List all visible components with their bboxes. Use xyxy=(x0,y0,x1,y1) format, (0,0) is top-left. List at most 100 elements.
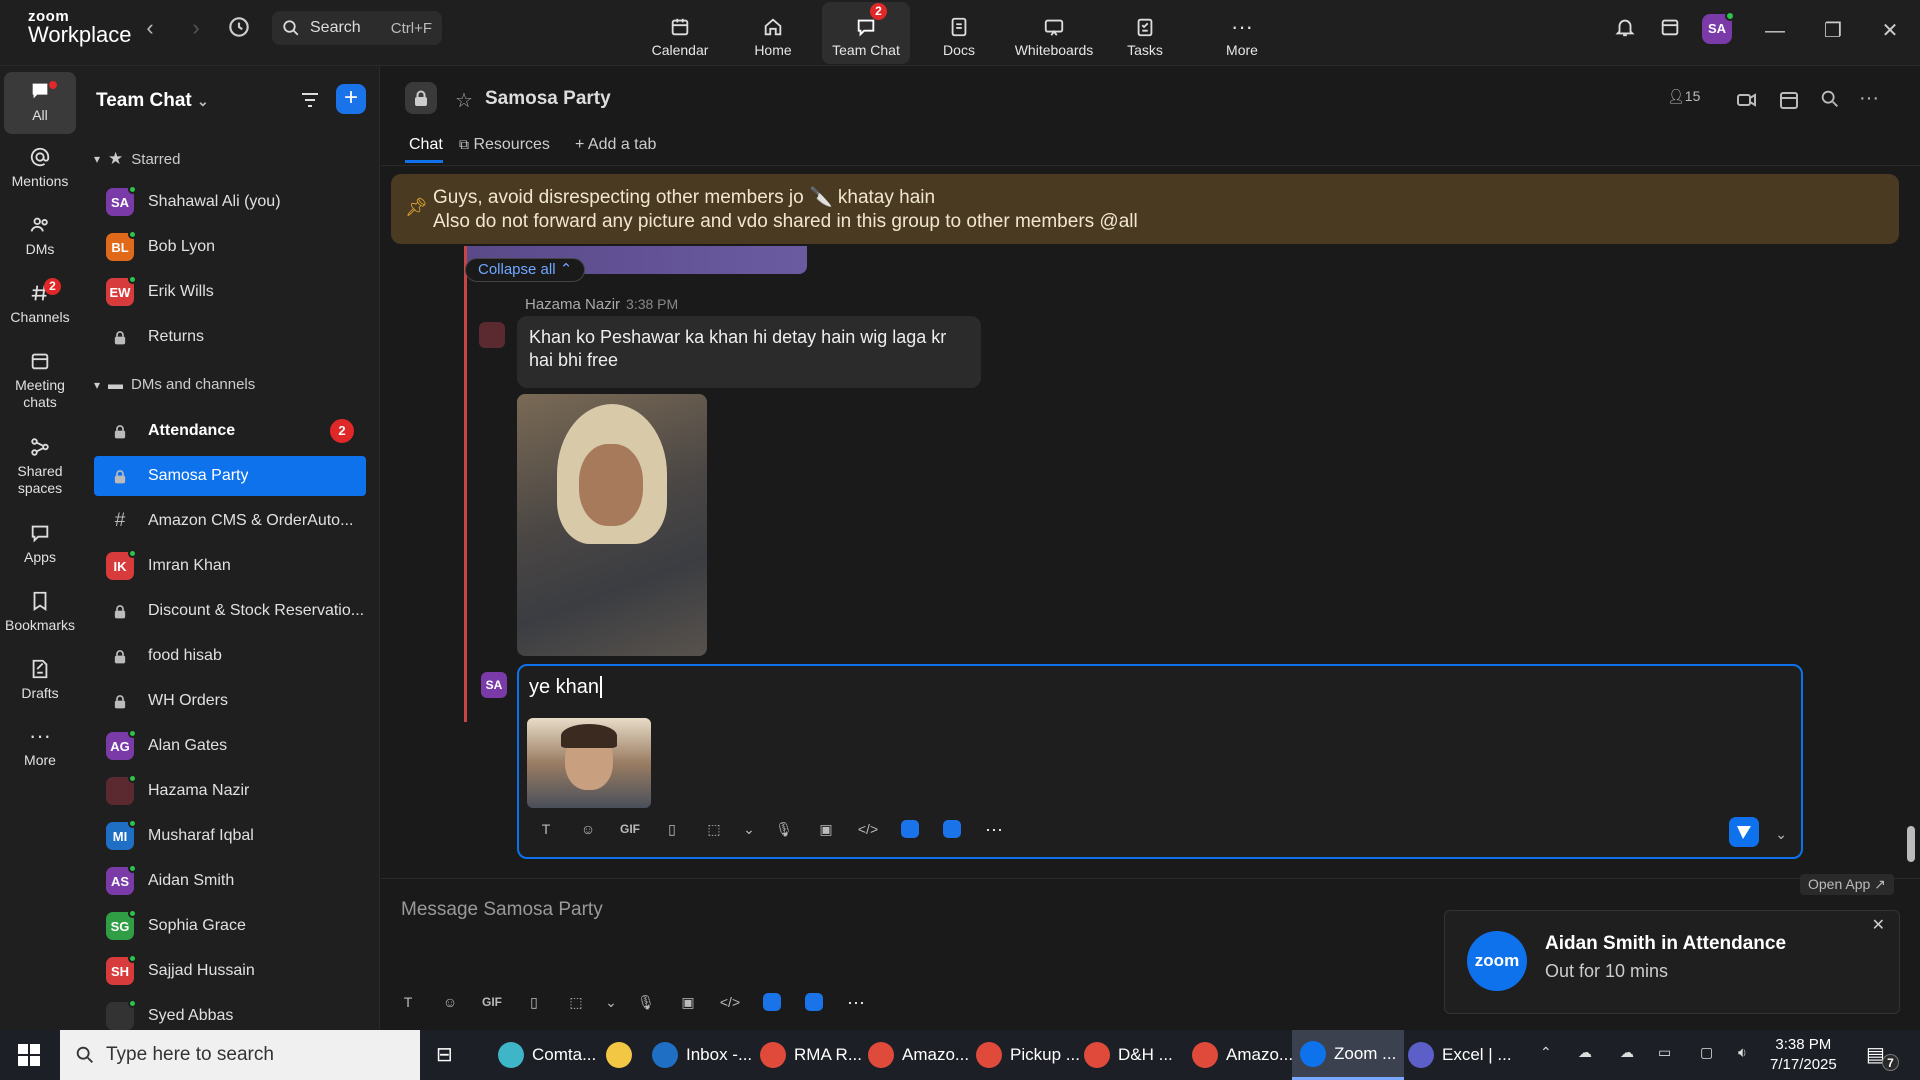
mic-icon[interactable]: 🎙︎ xyxy=(633,989,659,1015)
nav-calendar[interactable]: Calendar xyxy=(636,2,724,64)
sidebar-item[interactable]: Hazama Nazir xyxy=(94,771,366,811)
task-view-icon[interactable]: ⊟ xyxy=(436,1042,453,1067)
sidebar-item[interactable]: WH Orders xyxy=(94,681,366,721)
emoji-icon[interactable]: ☺ xyxy=(575,816,601,842)
search-icon[interactable] xyxy=(1819,88,1845,114)
sidebar-item[interactable]: Attendance 2 xyxy=(94,411,366,451)
chevron-down-icon[interactable]: ⌄ xyxy=(605,989,617,1015)
rail-meeting-chats[interactable]: Meeting chats xyxy=(4,350,76,411)
taskbar-app[interactable]: Excel | ... xyxy=(1400,1030,1520,1080)
taskbar-search[interactable]: Type here to search xyxy=(60,1030,420,1080)
windows-start-icon[interactable] xyxy=(18,1044,40,1071)
sidebar-item[interactable]: SG Sophia Grace xyxy=(94,906,366,946)
emoji-icon[interactable]: ☺ xyxy=(437,989,463,1015)
nav-home[interactable]: Home xyxy=(729,2,817,64)
code-icon[interactable]: </> xyxy=(717,989,743,1015)
rail-dms[interactable]: DMs xyxy=(4,214,76,258)
battery-icon[interactable]: ▭ xyxy=(1658,1044,1671,1061)
format-text-icon[interactable]: T xyxy=(395,989,421,1015)
search-box[interactable]: Search Ctrl+F xyxy=(272,11,442,45)
nav-team-chat[interactable]: 2 Team Chat xyxy=(822,2,910,64)
more-icon[interactable]: ··· xyxy=(843,989,869,1015)
sidebar-item[interactable]: food hisab xyxy=(94,636,366,676)
onedrive-icon-2[interactable]: ☁ xyxy=(1620,1044,1634,1061)
sidebar-item[interactable]: # Amazon CMS & OrderAuto... xyxy=(94,501,366,541)
send-button[interactable] xyxy=(1729,817,1759,847)
scrollbar-thumb[interactable] xyxy=(1907,826,1915,862)
taskbar-app[interactable]: Zoom ... xyxy=(1292,1030,1405,1080)
nav-whiteboards[interactable]: Whiteboards xyxy=(1008,2,1100,64)
more-icon[interactable]: ··· xyxy=(981,816,1007,842)
sender-avatar[interactable] xyxy=(479,322,505,348)
nav-tasks[interactable]: Tasks xyxy=(1101,2,1189,64)
sidebar-title[interactable]: Team Chat ⌄ xyxy=(96,90,209,112)
format-text-icon[interactable]: T xyxy=(533,816,559,842)
sender-name[interactable]: Hazama Nazir xyxy=(525,296,620,313)
new-chat-button[interactable]: + xyxy=(336,84,366,114)
rail-apps[interactable]: Apps xyxy=(4,522,76,566)
sidebar-item[interactable]: Discount & Stock Reservatio... xyxy=(94,591,366,631)
sidebar-item[interactable]: EW Erik Wills xyxy=(94,272,366,312)
forward-arrow-icon[interactable]: › xyxy=(184,16,208,40)
video-message-icon[interactable]: ▣ xyxy=(675,989,701,1015)
app-icon-2[interactable] xyxy=(939,816,965,842)
back-arrow-icon[interactable]: ‹ xyxy=(138,16,162,40)
composer-text[interactable]: ye khan xyxy=(529,676,603,699)
starred-section-header[interactable]: ▾ ★ Starred xyxy=(94,149,180,169)
filter-icon[interactable] xyxy=(298,88,322,112)
sidebar-item[interactable]: MI Musharaf Iqbal xyxy=(94,816,366,856)
chevron-up-icon[interactable]: ⌃ xyxy=(1540,1044,1552,1061)
more-options-icon[interactable]: ··· xyxy=(1859,88,1885,114)
dms-section-header[interactable]: ▾ ▬ DMs and channels xyxy=(94,376,255,393)
mic-icon[interactable]: 🎙︎ xyxy=(771,816,797,842)
sidebar-item[interactable]: AS Aidan Smith xyxy=(94,861,366,901)
attached-image[interactable] xyxy=(527,718,651,808)
restore-icon[interactable]: ❐ xyxy=(1818,16,1848,46)
composer-placeholder[interactable]: Message Samosa Party xyxy=(401,899,603,921)
bell-icon[interactable] xyxy=(1610,16,1640,46)
sidebar-item[interactable]: Returns xyxy=(94,317,366,357)
onedrive-icon[interactable]: ☁ xyxy=(1578,1044,1592,1061)
star-outline-icon[interactable]: ☆ xyxy=(455,88,473,113)
video-icon[interactable] xyxy=(1735,88,1761,114)
sidebar-item[interactable]: Samosa Party xyxy=(94,456,366,496)
file-icon[interactable]: ▯ xyxy=(521,989,547,1015)
app-icon-1[interactable] xyxy=(897,816,923,842)
schedule-icon[interactable] xyxy=(1777,88,1803,114)
video-message-icon[interactable]: ▣ xyxy=(813,816,839,842)
rail-drafts[interactable]: Drafts xyxy=(4,658,76,702)
rail-shared-spaces[interactable]: Shared spaces xyxy=(4,436,76,497)
history-icon[interactable] xyxy=(226,14,256,44)
taskbar-app[interactable]: Pickup ... xyxy=(968,1030,1088,1080)
chevron-down-icon[interactable]: ⌄ xyxy=(743,816,755,842)
open-app-button[interactable]: Open App ↗ xyxy=(1800,874,1894,895)
app-icon-2[interactable] xyxy=(801,989,827,1015)
rail-more[interactable]: ··· More xyxy=(4,725,76,769)
sidebar-item[interactable]: BL Bob Lyon xyxy=(94,227,366,267)
channel-name[interactable]: Samosa Party xyxy=(485,88,611,110)
sidebar-item[interactable]: IK Imran Khan xyxy=(94,546,366,586)
taskbar-clock[interactable]: 3:38 PM 7/17/2025 xyxy=(1770,1035,1837,1075)
notification-center-icon[interactable]: ▤ 7 xyxy=(1866,1042,1899,1071)
message-bubble[interactable]: Khan ko Peshawar ka khan hi detay hain w… xyxy=(517,316,981,388)
taskbar-app[interactable]: D&H ... xyxy=(1076,1030,1181,1080)
nav-docs[interactable]: Docs xyxy=(915,2,1003,64)
sidebar-item[interactable]: SH Sajjad Hussain xyxy=(94,951,366,991)
rail-bookmarks[interactable]: Bookmarks xyxy=(4,590,76,634)
edit-composer[interactable]: ye khan T ☺ GIF ▯ ⬚ ⌄ 🎙︎ ▣ </> ··· ⌄ xyxy=(517,664,1803,859)
taskbar-app[interactable]: RMA R... xyxy=(752,1030,870,1080)
tab-resources[interactable]: ⧉ Resources xyxy=(459,136,550,154)
rail-channels[interactable]: 2 Channels xyxy=(4,278,76,326)
taskbar-app[interactable] xyxy=(598,1030,648,1080)
rail-all[interactable]: All xyxy=(4,72,76,134)
members-button[interactable]: 👤︎15 xyxy=(1667,88,1711,114)
gif-icon[interactable]: GIF xyxy=(479,989,505,1015)
tab-chat[interactable]: Chat xyxy=(409,136,443,154)
taskbar-app[interactable]: Comta... xyxy=(490,1030,604,1080)
send-options-chevron-icon[interactable]: ⌄ xyxy=(1775,826,1787,843)
screenshot-icon[interactable]: ⬚ xyxy=(563,989,589,1015)
rail-mentions[interactable]: Mentions xyxy=(4,146,76,190)
minimize-icon[interactable]: — xyxy=(1760,16,1790,46)
file-icon[interactable]: ▯ xyxy=(659,816,685,842)
notification-toast[interactable]: zoom Aidan Smith in Attendance Out for 1… xyxy=(1444,910,1900,1014)
